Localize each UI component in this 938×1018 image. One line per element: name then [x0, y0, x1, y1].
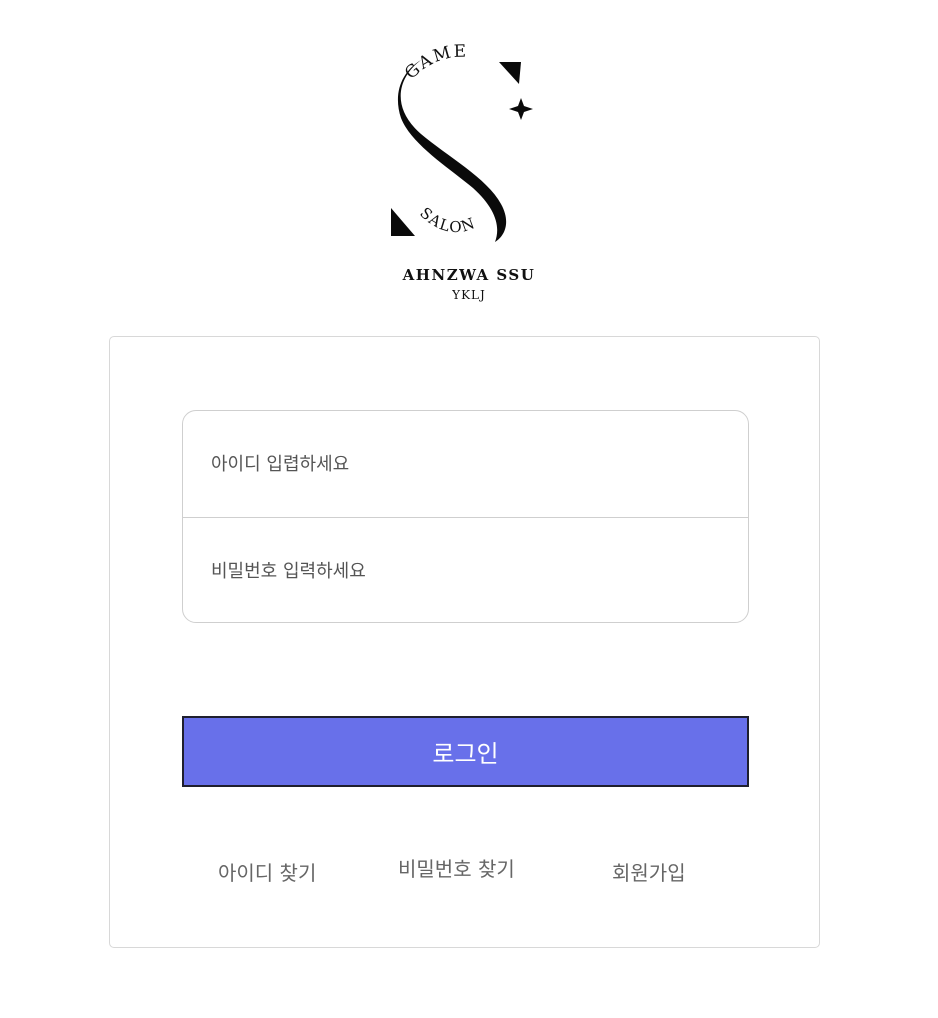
credentials-group: [182, 410, 749, 623]
logo-s-stroke: [397, 60, 507, 242]
login-card: 로그인 아이디 찾기 비밀번호 찾기 회원가입: [109, 336, 820, 948]
svg-text:GAME: GAME: [401, 42, 468, 84]
logo-sub-text: YKLJ: [452, 288, 486, 302]
find-id-link[interactable]: 아이디 찾기: [218, 857, 316, 886]
logo-brand-text: AHNZWA SSU: [402, 266, 536, 284]
sparkle-icon: [509, 98, 533, 120]
logo-arc-bottom-text: SALON: [416, 204, 477, 236]
logo: GAME SALON AHNZWA SSU YKLJ: [369, 36, 569, 316]
login-page: GAME SALON AHNZWA SSU YKLJ 로그인 아이디 찾기 비밀…: [0, 0, 938, 1018]
logo-wedge-bottom: [391, 208, 415, 236]
password-input[interactable]: [183, 518, 748, 622]
id-input[interactable]: [183, 411, 748, 517]
logo-arc-top-text: GAME: [401, 42, 466, 84]
logo-emblem: GAME SALON: [391, 42, 533, 242]
signup-link[interactable]: 회원가입: [612, 857, 686, 886]
auth-links: 아이디 찾기 비밀번호 찾기 회원가입: [182, 853, 749, 885]
logo-wedge-top: [499, 62, 521, 84]
find-password-link[interactable]: 비밀번호 찾기: [398, 853, 515, 882]
svg-text:SALON: SALON: [416, 204, 478, 236]
login-button[interactable]: 로그인: [182, 716, 749, 787]
